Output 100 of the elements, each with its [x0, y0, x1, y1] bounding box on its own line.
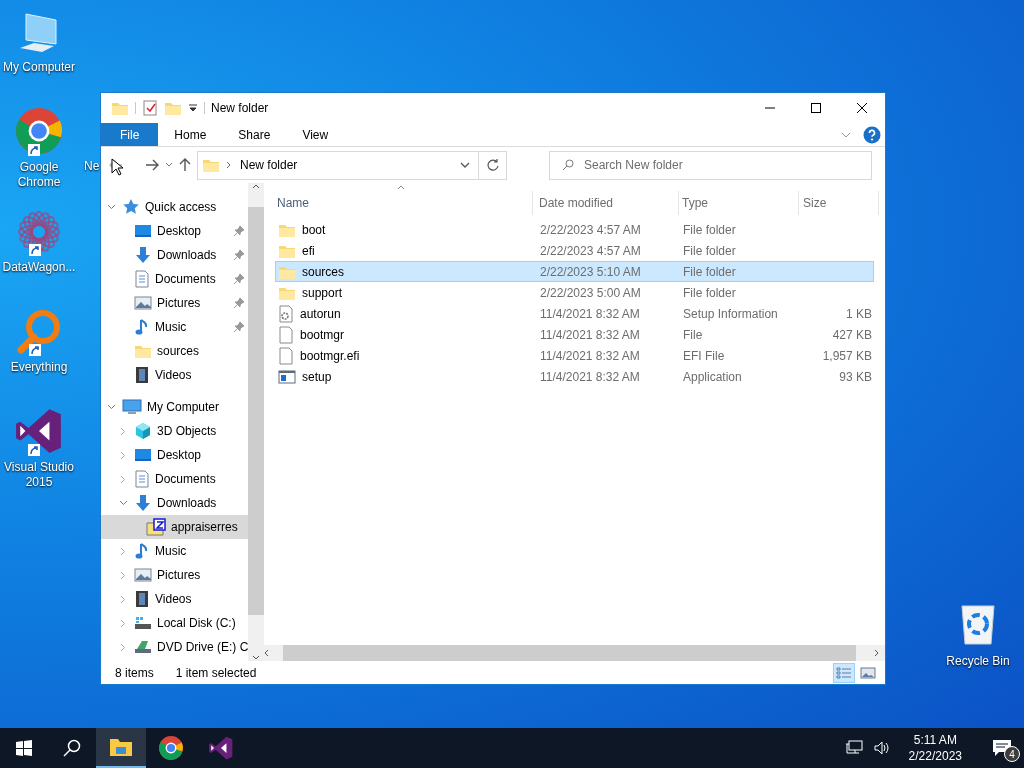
network-icon [844, 740, 863, 756]
address-bar[interactable]: New folder [197, 150, 507, 180]
pin-icon[interactable] [234, 322, 245, 332]
collapsed-chevron-icon[interactable] [120, 570, 126, 580]
pin-icon[interactable] [234, 226, 245, 236]
collapsed-chevron-icon[interactable] [120, 450, 126, 460]
taskbar-app-button[interactable] [96, 728, 146, 768]
search-field[interactable]: Search New folder [549, 150, 872, 180]
file-row[interactable]: efi 2/22/2023 4:57 AM File folder [275, 240, 874, 261]
file-name: support [302, 284, 343, 302]
file-icon [278, 325, 294, 344]
tree-item[interactable]: Documents [101, 267, 249, 291]
table-cell-text: 1 KB [845, 305, 872, 323]
table-cell-text: File folder [682, 284, 737, 302]
window-title: New folder [211, 100, 269, 117]
file-row[interactable]: support 2/22/2023 5:00 AM File folder [275, 282, 874, 303]
document-icon [134, 470, 150, 488]
column-header[interactable]: Date modified [533, 191, 679, 215]
tree-item[interactable]: Pictures [101, 291, 249, 315]
scroll-down-icon [252, 655, 261, 661]
collapsed-chevron-icon[interactable] [120, 546, 126, 556]
tree-item[interactable]: Desktop [101, 443, 249, 467]
tree-item[interactable]: Downloads [101, 491, 249, 515]
sort-indicator-icon [397, 185, 405, 190]
tree-item-label: Music [155, 543, 187, 560]
desktop-icon-label[interactable]: Recycle Bin [946, 652, 1010, 670]
tree-item[interactable]: Desktop [101, 219, 249, 243]
tree-item-label: Downloads [157, 247, 217, 264]
tree-item-label: My Computer [147, 399, 220, 416]
scrollbar-thumb[interactable] [248, 207, 265, 615]
tree-item[interactable]: Videos [101, 363, 249, 387]
tree-item[interactable]: Documents [101, 467, 249, 491]
tree-item-label: Documents [155, 271, 216, 288]
file-row[interactable]: boot 2/22/2023 4:57 AM File folder [275, 219, 874, 240]
breadcrumb-chevron-icon [226, 161, 232, 169]
file-row[interactable]: bootmgr 11/4/2021 8:32 AM File 427 KB [275, 324, 874, 345]
column-header[interactable]: Size [799, 191, 879, 215]
file-row[interactable]: sources 2/22/2023 5:10 AM File folder [275, 261, 874, 282]
tree-item[interactable]: My Computer [101, 395, 249, 419]
view-button[interactable] [833, 662, 855, 683]
tree-item[interactable]: Music [101, 315, 249, 339]
file-name: bootmgr [300, 326, 345, 344]
tree-item[interactable]: Pictures [101, 563, 249, 587]
tree-item[interactable]: Music [101, 539, 249, 563]
dropdown-chevron-icon [460, 162, 470, 168]
clock[interactable]: 5:11 AM 2/22/2023 [900, 732, 970, 764]
file-row[interactable]: autorun 11/4/2021 8:32 AM Setup Information 1 KB [275, 303, 874, 324]
file-row[interactable]: bootmgr.efi 11/4/2021 8:32 AM EFI File 1,957 KB [275, 345, 874, 366]
tree-item-label: Desktop [157, 223, 202, 240]
scrollbar-thumb[interactable] [283, 645, 856, 661]
tree-item[interactable]: 3D Objects [101, 419, 249, 443]
collapsed-chevron-icon[interactable] [120, 642, 126, 652]
folder-icon [109, 737, 133, 757]
file-name: efi [302, 242, 315, 260]
tree-item[interactable]: appraiserres [101, 515, 249, 539]
column-header[interactable]: Type [679, 191, 799, 215]
ribbon-tab[interactable]: Home [158, 123, 223, 146]
windows-logo-icon [16, 740, 32, 756]
table-cell-text: 2/22/2023 5:00 AM [539, 284, 642, 302]
tree-item-label: Documents [155, 471, 216, 488]
tree-item[interactable]: DVD Drive (E:) C [101, 635, 249, 659]
pin-icon[interactable] [234, 250, 245, 260]
monitor-icon [122, 398, 142, 416]
table-cell-text: 11/4/2021 8:32 AM [539, 326, 641, 344]
column-header[interactable]: Name [275, 191, 533, 215]
monitor-icon [134, 447, 152, 463]
tree-item-label: Downloads [157, 495, 217, 512]
file-menu-button[interactable]: File [101, 123, 159, 146]
visual-studio-logo-icon [208, 735, 234, 761]
tree-item[interactable]: Quick access [101, 195, 249, 219]
expanded-chevron-icon[interactable] [106, 404, 116, 410]
tree-item-label: Pictures [157, 295, 201, 312]
tree-item-label: appraiserres [171, 519, 238, 536]
pin-icon[interactable] [234, 298, 245, 308]
ribbon-tab[interactable]: View [286, 123, 345, 146]
tree-item[interactable]: Local Disk (C:) [101, 611, 249, 635]
folder-icon [164, 100, 182, 116]
folder-icon [202, 157, 220, 173]
tree-item-label: Pictures [157, 567, 201, 584]
address-text[interactable]: New folder [240, 156, 298, 174]
collapsed-chevron-icon[interactable] [120, 594, 126, 604]
tree-item[interactable]: Downloads [101, 243, 249, 267]
tree-item-label: Quick access [145, 199, 217, 216]
collapsed-chevron-icon[interactable] [120, 474, 126, 484]
pin-icon[interactable] [234, 274, 245, 284]
expanded-chevron-icon[interactable] [106, 204, 116, 210]
tree-item[interactable]: sources [101, 339, 249, 363]
notification-button[interactable]: 4 [980, 728, 1024, 768]
expanded-chevron-icon[interactable] [118, 500, 128, 506]
tree-item[interactable]: Videos [101, 587, 249, 611]
clock-date: 2/22/2023 [908, 748, 962, 764]
file-row[interactable]: setup 11/4/2021 8:32 AM Application 93 KB [275, 366, 874, 387]
desktop-icon-label[interactable]: Visual Studio 2015 [0, 460, 78, 490]
tree-item-label: Videos [155, 591, 192, 608]
table-cell-text: 11/4/2021 8:32 AM [539, 305, 641, 323]
file-name: setup [302, 368, 332, 386]
collapsed-chevron-icon[interactable] [120, 618, 126, 628]
ribbon-tab[interactable]: Share [222, 123, 287, 146]
table-cell-text: 93 KB [838, 368, 872, 386]
collapsed-chevron-icon[interactable] [120, 426, 126, 436]
